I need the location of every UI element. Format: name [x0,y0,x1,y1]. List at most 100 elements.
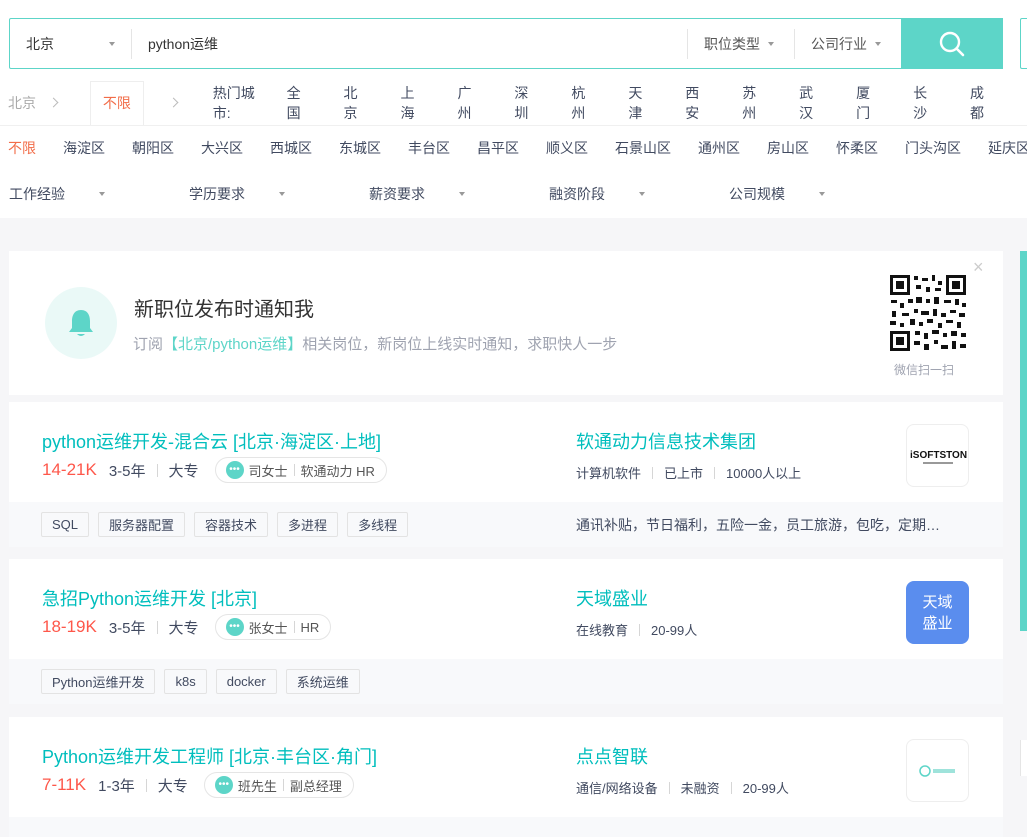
hot-city[interactable]: 深圳 [514,83,542,123]
hr-contact[interactable]: ••• 张女士 HR [214,614,332,640]
divider [639,623,641,636]
close-icon[interactable]: × [973,257,984,278]
divider [156,463,158,477]
search-bar: 北京 python运维 职位类型 公司行业 [9,18,1003,69]
company-tag: 20-99人 [742,781,789,796]
filter-company-size[interactable]: 公司规模 [720,184,900,204]
skill-tag: Python运维开发 [41,669,156,694]
company-logo[interactable]: 天域 盛业 [906,581,969,644]
district-item[interactable]: 延庆区 [988,138,1027,158]
filter-label: 学历要求 [189,186,245,202]
district-item[interactable]: 通州区 [698,138,740,158]
hot-city[interactable]: 成都 [970,83,998,123]
hot-city[interactable]: 西安 [685,83,713,123]
skill-tag: docker [215,669,277,694]
city-select[interactable]: 北京 [10,28,132,59]
job-education: 大专 [157,777,188,795]
company-name[interactable]: 软通动力信息技术集团 [576,428,756,454]
district-item[interactable]: 西城区 [270,138,312,158]
company-info: 通信/网络设备 未融资 20-99人 [576,778,789,797]
hot-city[interactable]: 长沙 [913,83,941,123]
filter-label: 薪资要求 [369,186,425,202]
district-item[interactable]: 石景山区 [615,138,671,158]
chevron-down-icon [109,41,115,46]
divider [730,781,732,794]
filter-label: 公司规模 [729,186,785,202]
filter-row: 工作经验 学历要求 薪资要求 融资阶段 公司规模 [0,170,1027,218]
side-panel-tab[interactable] [1020,740,1027,776]
industry-select[interactable]: 公司行业 [794,28,901,59]
hot-city[interactable]: 苏州 [742,83,770,123]
hot-city[interactable]: 全国 [287,83,315,123]
job-title[interactable]: python运维开发-混合云 [北京·海淀区·上地] [42,428,381,454]
filter-salary[interactable]: 薪资要求 [360,184,540,204]
hot-cities-label: 热门城市: [212,84,255,121]
search-header: 北京 python运维 职位类型 公司行业 北京 不限 热门城市: 全国 北京 [0,0,1027,218]
search-button[interactable] [901,18,1003,69]
district-item[interactable]: 门头沟区 [905,138,961,158]
search-input[interactable]: python运维 [132,34,687,54]
district-item[interactable]: 丰台区 [408,138,450,158]
company-name[interactable]: 点点智联 [576,743,648,769]
job-card-footer [9,817,1003,837]
skill-tag: SQL [41,512,90,537]
skill-tag: 容器技术 [194,512,269,537]
search-icon [939,31,965,56]
hot-city[interactable]: 上海 [401,83,429,123]
hot-city[interactable]: 广州 [457,83,485,123]
filter-experience[interactable]: 工作经验 [0,184,180,204]
chevron-down-icon [459,192,465,196]
district-item[interactable]: 海淀区 [63,138,105,158]
district-item[interactable]: 朝阳区 [132,138,174,158]
skill-tag: 系统运维 [285,669,360,694]
district-item[interactable]: 怀柔区 [836,138,878,158]
chevron-right-icon [48,97,59,108]
job-title[interactable]: 急招Python运维开发 [北京] [42,585,257,611]
hot-city[interactable]: 北京 [344,83,372,123]
filter-label: 工作经验 [9,186,65,202]
hot-city[interactable]: 厦门 [856,83,884,123]
skill-tags: SQL 服务器配置 容器技术 多进程 多线程 [41,512,409,537]
side-panel-edge [1020,18,1027,69]
district-item[interactable]: 大兴区 [201,138,243,158]
hot-city[interactable]: 武汉 [799,83,827,123]
industry-label: 公司行业 [811,35,867,52]
chat-icon: ••• [225,461,244,479]
skill-tag: k8s [164,669,207,694]
job-card-footer: SQL 服务器配置 容器技术 多进程 多线程 通讯补贴，节日福利，五险一金，员工… [9,502,1003,547]
filter-label: 融资阶段 [549,186,605,202]
job-card[interactable]: python运维开发-混合云 [北京·海淀区·上地] 14-21K 3-5年 大… [9,402,1003,547]
company-tag: 未融资 [680,781,720,796]
job-card[interactable]: 急招Python运维开发 [北京] 18-19K 3-5年 大专 ••• 张女士… [9,559,1003,704]
hr-contact[interactable]: ••• 班先生 副总经理 [203,772,354,798]
job-education: 大专 [168,462,199,480]
district-item[interactable]: 东城区 [339,138,381,158]
chat-icon: ••• [214,776,233,794]
job-card-main: Python运维开发工程师 [北京·丰台区·角门] 7-11K 1-3年 大专 … [9,717,1003,817]
chevron-down-icon [639,192,645,196]
job-benefits: 通讯补贴，节日福利，五险一金，员工旅游，包吃，定期… [576,516,940,533]
current-city: 北京 [8,94,36,111]
district-item[interactable]: 房山区 [767,138,809,158]
hr-contact[interactable]: ••• 司女士 软通动力 HR [214,457,387,483]
company-name[interactable]: 天域盛业 [576,585,648,611]
side-panel-tab[interactable] [1020,251,1027,631]
filter-education[interactable]: 学历要求 [180,184,360,204]
hot-city[interactable]: 天津 [628,83,656,123]
district-item[interactable]: 顺义区 [546,138,588,158]
filter-funding[interactable]: 融资阶段 [540,184,720,204]
company-logo[interactable]: iSOFTSTONE [906,424,969,487]
job-title[interactable]: Python运维开发工程师 [北京·丰台区·角门] [42,743,377,769]
notice-keyword: 【北京/python运维】 [163,336,303,353]
company-logo-image [918,764,955,777]
job-card[interactable]: Python运维开发工程师 [北京·丰台区·角门] 7-11K 1-3年 大专 … [9,717,1003,837]
divider [145,778,147,792]
district-unlimited-tab[interactable]: 不限 [89,80,144,125]
job-type-label: 职位类型 [704,35,760,52]
job-type-select[interactable]: 职位类型 [687,28,794,59]
district-item[interactable]: 昌平区 [477,138,519,158]
company-logo[interactable] [906,739,969,802]
district-unlimited[interactable]: 不限 [8,138,36,158]
hot-city[interactable]: 杭州 [571,83,599,123]
hr-title: 副总经理 [289,778,342,794]
